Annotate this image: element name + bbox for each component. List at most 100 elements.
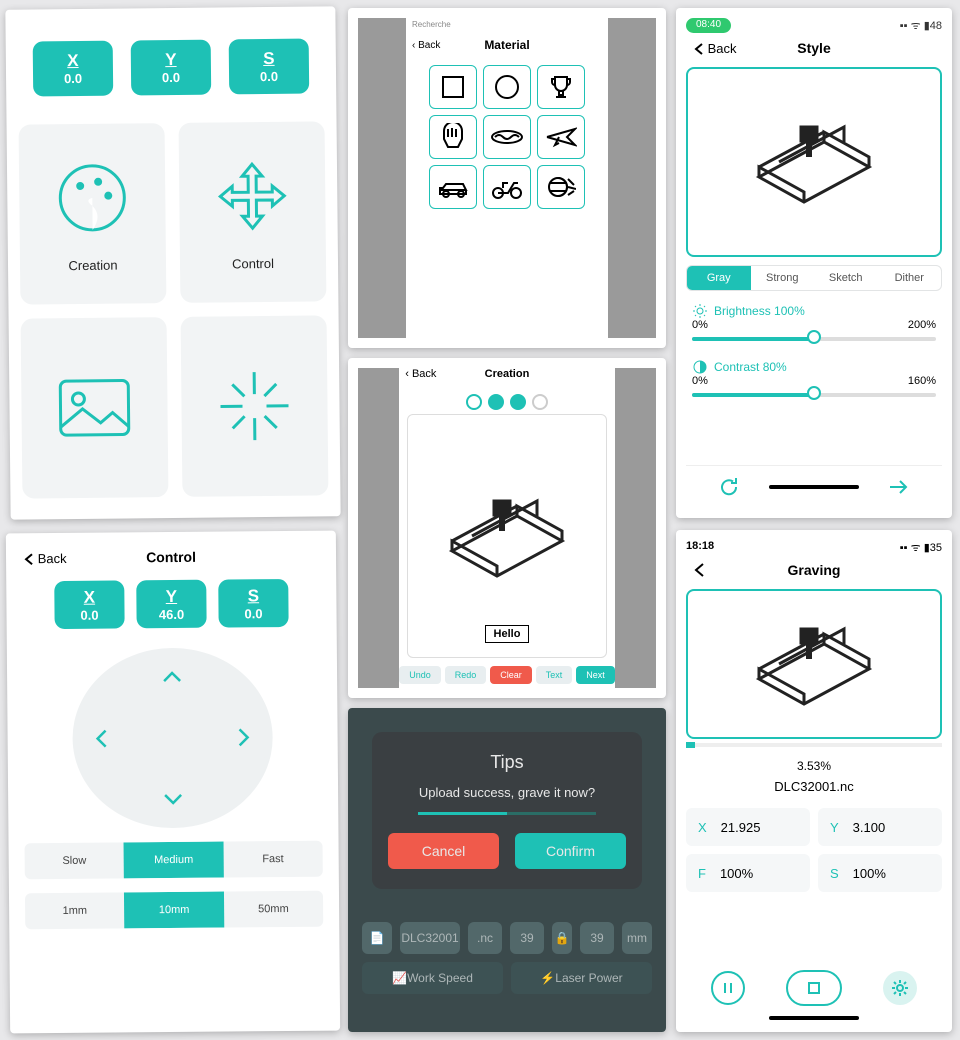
- refresh-button[interactable]: [716, 474, 742, 500]
- back-button[interactable]: [694, 563, 706, 578]
- dpad-right[interactable]: [220, 714, 266, 760]
- material-scooter[interactable]: [483, 165, 531, 209]
- material-square[interactable]: [429, 65, 477, 109]
- step-50mm[interactable]: 50mm: [224, 891, 324, 928]
- back-button[interactable]: Back: [24, 550, 67, 565]
- move-icon: [210, 153, 295, 238]
- dpad: [72, 647, 274, 829]
- tool-empty-icon[interactable]: [532, 394, 548, 410]
- unit: mm: [622, 922, 652, 954]
- num2: 39: [580, 922, 614, 954]
- coord-y[interactable]: Y46.0: [136, 580, 206, 629]
- tool-picker[interactable]: [399, 394, 615, 410]
- coord-y: Y3.100: [818, 808, 942, 846]
- coord-s[interactable]: S0.0: [229, 39, 310, 95]
- progress-bar: [686, 743, 942, 747]
- tool-pen-icon[interactable]: [488, 394, 504, 410]
- canvas[interactable]: Hello: [407, 414, 607, 658]
- dialog-title: Tips: [388, 752, 626, 773]
- lock-icon[interactable]: 🔒: [552, 922, 572, 954]
- coord-f: F100%: [686, 854, 810, 892]
- sparkle-icon: [212, 364, 297, 449]
- dialog-divider: [418, 812, 596, 815]
- coord-y[interactable]: Y0.0: [131, 40, 212, 96]
- undo-button[interactable]: Undo: [399, 666, 441, 684]
- settings-button[interactable]: [883, 971, 917, 1005]
- tab-sketch[interactable]: Sketch: [814, 266, 878, 290]
- material-circle[interactable]: [483, 65, 531, 109]
- file-ext: .nc: [468, 922, 502, 954]
- dpad-up[interactable]: [149, 654, 195, 700]
- cancel-button[interactable]: Cancel: [388, 833, 499, 869]
- speed-medium[interactable]: Medium: [124, 842, 224, 879]
- control-tile[interactable]: Control: [179, 121, 327, 303]
- home-indicator: [769, 1016, 859, 1020]
- redo-button[interactable]: Redo: [445, 666, 487, 684]
- tool-fill-icon[interactable]: [510, 394, 526, 410]
- status-time: 08:40: [686, 18, 731, 33]
- coord-x[interactable]: X0.0: [33, 41, 114, 97]
- palette-icon: [50, 155, 135, 240]
- creation-tile[interactable]: Creation: [19, 123, 167, 305]
- tab-dither[interactable]: Dither: [878, 266, 942, 290]
- text-box[interactable]: Hello: [485, 625, 530, 643]
- text-button[interactable]: Text: [536, 666, 573, 684]
- material-plane[interactable]: [537, 115, 585, 159]
- pause-button[interactable]: [711, 971, 745, 1005]
- status-time: 18:18: [686, 540, 714, 555]
- home-panel: X0.0 Y0.0 S0.0 Creation Control: [5, 6, 340, 519]
- file-icon: 📄: [362, 922, 392, 954]
- status-icons: ▪▪ ᯤ ▮48: [900, 18, 942, 33]
- material-ball[interactable]: [537, 165, 585, 209]
- dpad-down[interactable]: [150, 776, 196, 822]
- tool-shape-icon[interactable]: [466, 394, 482, 410]
- step-segmented[interactable]: 1mm 10mm 50mm: [25, 891, 323, 930]
- control-label: Control: [232, 255, 274, 270]
- creation-panel: ‹ BackCreation Hello Undo Redo Clear Tex…: [348, 358, 666, 698]
- back-button[interactable]: ‹ Back: [412, 40, 440, 51]
- material-hotdog[interactable]: [483, 115, 531, 159]
- coord-x[interactable]: X0.0: [54, 580, 124, 629]
- material-car[interactable]: [429, 165, 477, 209]
- material-glove[interactable]: [429, 115, 477, 159]
- brightness-slider[interactable]: Brightness 100% 0%200%: [686, 303, 942, 347]
- tips-dialog: Tips Upload success, grave it now? Cance…: [372, 732, 642, 889]
- page-title: Control: [146, 549, 196, 565]
- laser-tile[interactable]: [181, 315, 329, 497]
- coord-s[interactable]: S0.0: [218, 579, 288, 628]
- tab-strong[interactable]: Strong: [751, 266, 815, 290]
- tab-gray[interactable]: Gray: [687, 266, 751, 290]
- speed-slow[interactable]: Slow: [25, 842, 125, 879]
- preview: [686, 67, 942, 257]
- step-1mm[interactable]: 1mm: [25, 892, 125, 929]
- speed-segmented[interactable]: Slow Medium Fast: [25, 841, 323, 880]
- breadcrumb: Recherche: [412, 20, 602, 29]
- graving-panel: 18:18 ▪▪ ᯤ ▮35 Graving 3.53% DLC32001.nc…: [676, 530, 952, 1032]
- machine-preview: [442, 481, 572, 591]
- tips-panel: 📄 DLC32001 .nc 39 🔒 39 mm 📈 Work Speed ⚡…: [348, 708, 666, 1032]
- page-title: Material: [484, 38, 529, 52]
- material-panel: Recherche ‹ Back Material: [348, 8, 666, 348]
- back-button[interactable]: ‹ Back: [405, 368, 436, 380]
- speed-fast[interactable]: Fast: [223, 841, 323, 878]
- image-icon: [52, 372, 137, 443]
- style-tabs[interactable]: Gray Strong Sketch Dither: [686, 265, 942, 291]
- creation-label: Creation: [68, 257, 117, 273]
- confirm-button[interactable]: Confirm: [515, 833, 626, 869]
- next-button[interactable]: [886, 474, 912, 500]
- clear-button[interactable]: Clear: [490, 666, 532, 684]
- material-trophy[interactable]: [537, 65, 585, 109]
- laser-power[interactable]: ⚡ Laser Power: [511, 962, 652, 994]
- next-button[interactable]: Next: [576, 666, 615, 684]
- coord-x: X21.925: [686, 808, 810, 846]
- work-speed[interactable]: 📈 Work Speed: [362, 962, 503, 994]
- contrast-slider[interactable]: Contrast 80% 0%160%: [686, 359, 942, 403]
- style-panel: 08:40 ▪▪ ᯤ ▮48 Back Style Gray Strong Sk…: [676, 8, 952, 518]
- stop-button[interactable]: [786, 970, 842, 1006]
- back-button[interactable]: Back: [694, 41, 737, 56]
- progress-text: 3.53%: [686, 759, 942, 773]
- step-10mm[interactable]: 10mm: [124, 892, 224, 929]
- dpad-left[interactable]: [78, 715, 124, 761]
- image-tile[interactable]: [21, 317, 169, 499]
- file-name: DLC32001.nc: [686, 779, 942, 794]
